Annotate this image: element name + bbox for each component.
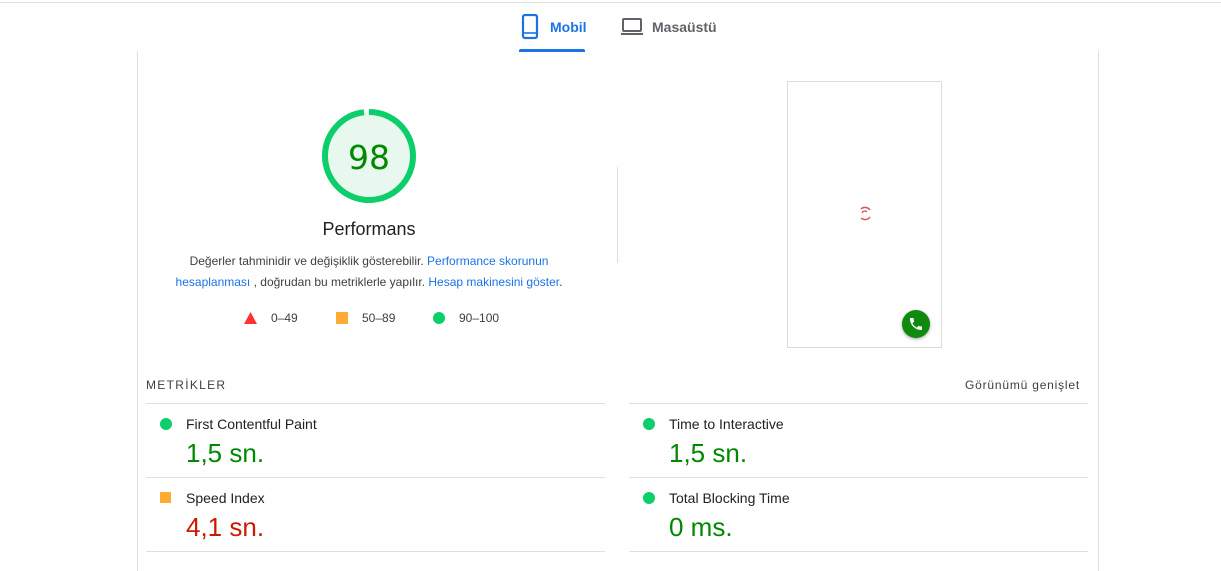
metric-label-fcp: First Contentful Paint: [186, 416, 317, 432]
metric-divider: [146, 551, 605, 552]
metric-label-tti: Time to Interactive: [669, 416, 784, 432]
metric-label-tbt: Total Blocking Time: [669, 490, 790, 506]
metric-divider: [629, 551, 1088, 552]
tab-desktop[interactable]: Masaüstü: [620, 14, 720, 52]
score-description: Değerler tahminidir ve değişiklik göster…: [162, 251, 576, 293]
tab-desktop-label: Masaüstü: [652, 19, 717, 35]
pass-circle-icon: [643, 492, 655, 504]
metric-value-fcp: 1,5 sn.: [186, 438, 265, 468]
final-screenshot: [787, 81, 942, 348]
legend-fail-range: 0–49: [271, 311, 298, 325]
expand-view-toggle[interactable]: Görünümü genişlet: [965, 378, 1080, 392]
metric-divider: [629, 403, 1088, 404]
description-text-3: .: [559, 275, 563, 289]
legend-average: 50–89: [336, 310, 395, 326]
pass-circle-icon: [643, 418, 655, 430]
calculator-link[interactable]: Hesap makinesini göster: [428, 275, 559, 289]
device-tabs: Mobil Masaüstü: [0, 0, 1221, 52]
score-title: Performans: [322, 219, 416, 239]
smartphone-icon: [519, 13, 541, 45]
loading-spinner-icon: [860, 206, 871, 221]
metric-divider: [146, 477, 605, 478]
green-circle-icon: [433, 312, 445, 324]
score-value: 98: [348, 138, 390, 177]
average-square-icon: [160, 492, 171, 503]
tab-mobile[interactable]: Mobil: [519, 13, 587, 52]
tab-mobile-label: Mobil: [550, 19, 587, 35]
orange-square-icon: [336, 312, 348, 324]
phone-icon: [910, 318, 922, 330]
phone-call-button[interactable]: [902, 310, 930, 338]
metric-label-speed-index: Speed Index: [186, 490, 265, 506]
vertical-divider: [617, 167, 618, 263]
legend-fail: 0–49: [244, 310, 298, 326]
description-text-1: Değerler tahminidir ve değişiklik göster…: [189, 254, 424, 268]
metric-value-speed-index: 4,1 sn.: [186, 512, 265, 542]
legend-average-range: 50–89: [362, 311, 396, 325]
metric-value-tbt: 0 ms.: [669, 512, 733, 542]
metric-divider: [629, 477, 1088, 478]
laptop-icon: [620, 14, 644, 43]
metric-divider: [146, 403, 605, 404]
description-text-2: , doğrudan bu metriklerle yapılır.: [253, 275, 426, 289]
pass-circle-icon: [160, 418, 172, 430]
red-triangle-icon: [244, 312, 257, 324]
metric-value-tti: 1,5 sn.: [669, 438, 748, 468]
metrics-header: METRİKLER: [146, 378, 227, 392]
legend-pass: 90–100: [433, 310, 499, 326]
legend-pass-range: 90–100: [459, 311, 500, 325]
